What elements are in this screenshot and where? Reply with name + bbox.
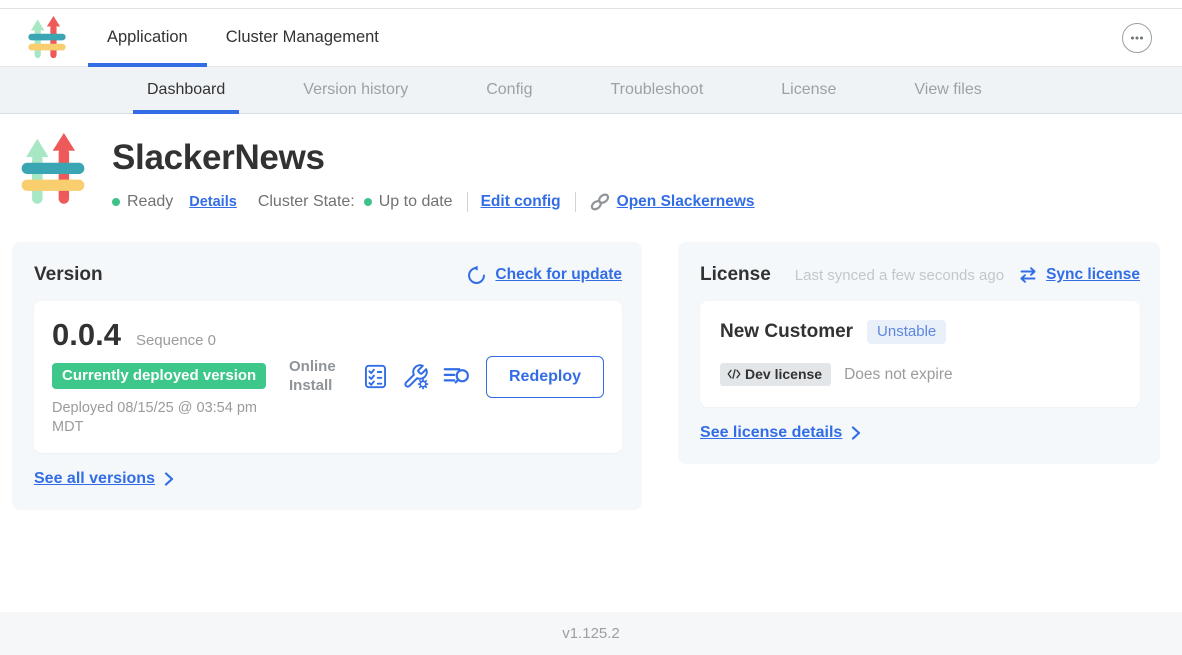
- version-card-footer[interactable]: See all versions: [34, 470, 622, 488]
- dashboard-cards: Version Check for update 0.0.4 Sequence: [12, 242, 1160, 510]
- version-card: Version Check for update 0.0.4 Sequence: [12, 242, 642, 510]
- cluster-state-label: Cluster State:: [258, 193, 355, 211]
- current-version-panel: 0.0.4 Sequence 0 Currently deployed vers…: [34, 301, 622, 453]
- tab-troubleshoot[interactable]: Troubleshoot: [596, 67, 717, 113]
- tab-troubleshoot-label: Troubleshoot: [610, 81, 703, 99]
- tab-cluster-management[interactable]: Cluster Management: [207, 9, 398, 66]
- admin-console-window: Application Cluster Management Dashboard…: [0, 0, 1182, 655]
- customer-row: New Customer Unstable: [720, 320, 1120, 344]
- open-app-group[interactable]: Open Slackernews: [589, 191, 755, 213]
- top-strip: [0, 0, 1182, 9]
- divider: [575, 192, 576, 212]
- license-type-row: Dev license Does not expire: [720, 363, 1120, 386]
- check-for-update-link[interactable]: Check for update: [495, 266, 622, 284]
- license-sync-group: Last synced a few seconds ago Sync licen…: [795, 266, 1140, 284]
- main-content: SlackerNews Ready Details Cluster State:…: [0, 114, 1182, 510]
- ellipsis-icon: [1128, 29, 1146, 47]
- version-card-header: Version Check for update: [34, 264, 622, 286]
- refresh-icon: [466, 265, 487, 286]
- tab-license[interactable]: License: [767, 67, 850, 113]
- main-header: Application Cluster Management: [0, 9, 1182, 67]
- tab-application[interactable]: Application: [88, 9, 207, 66]
- sync-arrows-icon: [1018, 266, 1038, 284]
- checklist-icon: [362, 363, 389, 390]
- console-version-label: v1.125.2: [562, 625, 620, 642]
- app-status-row: Ready Details Cluster State: Up to date …: [112, 191, 755, 213]
- redeploy-button[interactable]: Redeploy: [486, 356, 604, 398]
- version-details: 0.0.4 Sequence 0 Currently deployed vers…: [52, 317, 289, 437]
- version-number-row: 0.0.4 Sequence 0: [52, 317, 289, 353]
- tab-license-label: License: [781, 81, 836, 99]
- slackernews-logo-icon-large: [20, 133, 86, 207]
- tab-version-history-label: Version history: [303, 81, 408, 99]
- wrench-gear-icon: [402, 363, 429, 390]
- chevron-right-icon: [851, 426, 861, 440]
- check-update-group[interactable]: Check for update: [466, 265, 622, 286]
- ready-status-dot: [112, 198, 120, 206]
- details-link[interactable]: Details: [189, 194, 237, 210]
- tab-cluster-management-label: Cluster Management: [226, 28, 379, 47]
- license-type-label: Dev license: [745, 366, 822, 382]
- primary-nav: Application Cluster Management: [88, 9, 398, 66]
- divider: [467, 192, 468, 212]
- app-header-block: SlackerNews Ready Details Cluster State:…: [0, 114, 1182, 213]
- customer-name: New Customer: [720, 321, 853, 343]
- see-all-versions-link[interactable]: See all versions: [34, 470, 155, 488]
- app-title: SlackerNews: [112, 138, 755, 178]
- last-synced-label: Last synced a few seconds ago: [795, 267, 1004, 284]
- footer: v1.125.2: [0, 612, 1182, 655]
- sync-license-link[interactable]: Sync license: [1046, 266, 1140, 284]
- tab-config-label: Config: [486, 81, 532, 99]
- cluster-state-dot: [364, 198, 372, 206]
- license-card-footer[interactable]: See license details: [700, 424, 1140, 442]
- license-card-header: License Last synced a few seconds ago Sy…: [700, 264, 1140, 286]
- deployed-timestamp: Deployed 08/15/25 @ 03:54 pm MDT: [52, 399, 284, 437]
- cluster-state-value: Up to date: [379, 193, 453, 211]
- version-actions: Online Install: [289, 317, 604, 437]
- version-card-title: Version: [34, 264, 103, 286]
- code-icon: [727, 369, 741, 379]
- edit-config-link[interactable]: Edit config: [481, 193, 561, 211]
- ready-status-label: Ready: [127, 193, 173, 211]
- tab-version-history[interactable]: Version history: [289, 67, 422, 113]
- sequence-label: Sequence 0: [136, 332, 216, 349]
- channel-badge: Unstable: [867, 320, 946, 344]
- tab-config[interactable]: Config: [472, 67, 546, 113]
- log-search-icon: [442, 363, 471, 390]
- license-card-title: License: [700, 264, 771, 286]
- version-number: 0.0.4: [52, 317, 121, 353]
- tab-view-files[interactable]: View files: [900, 67, 995, 113]
- app-logo-large: [20, 133, 86, 207]
- preflight-checks-button[interactable]: [362, 363, 389, 390]
- license-details-panel: New Customer Unstable: [700, 301, 1140, 407]
- chain-link-icon: [589, 191, 611, 213]
- version-action-icons: [362, 363, 471, 390]
- deployed-status-badge: Currently deployed version: [52, 363, 266, 389]
- tab-view-files-label: View files: [914, 81, 981, 99]
- edit-config-icon-button[interactable]: [402, 363, 429, 390]
- app-info: SlackerNews Ready Details Cluster State:…: [112, 131, 755, 213]
- secondary-nav: Dashboard Version history Config Trouble…: [0, 67, 1182, 114]
- tab-dashboard[interactable]: Dashboard: [133, 67, 239, 113]
- tab-application-label: Application: [107, 28, 188, 47]
- tab-dashboard-label: Dashboard: [147, 81, 225, 99]
- open-slackernews-link[interactable]: Open Slackernews: [617, 193, 755, 211]
- license-expiration: Does not expire: [844, 366, 953, 384]
- slackernews-logo-icon: [27, 16, 67, 60]
- view-logs-button[interactable]: [442, 363, 471, 390]
- overflow-menu-button[interactable]: [1122, 23, 1152, 53]
- install-type-label: Online Install: [289, 358, 347, 396]
- app-logo-icon: [27, 16, 67, 60]
- chevron-right-icon: [164, 472, 174, 486]
- see-license-details-link[interactable]: See license details: [700, 424, 842, 442]
- license-card: License Last synced a few seconds ago Sy…: [678, 242, 1160, 464]
- license-type-badge: Dev license: [720, 363, 831, 386]
